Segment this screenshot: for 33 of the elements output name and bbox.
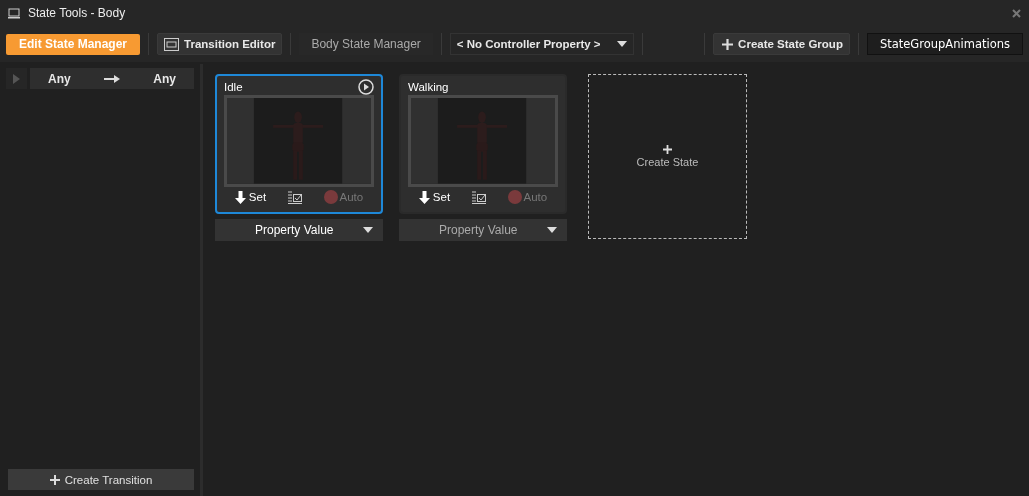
checklist-icon[interactable] bbox=[471, 190, 487, 204]
set-button[interactable]: Set bbox=[418, 190, 451, 204]
caret-icon bbox=[363, 227, 373, 233]
close-icon[interactable] bbox=[1012, 8, 1021, 18]
arrow-icon bbox=[104, 74, 120, 83]
controller-property-dropdown[interactable]: < No Controller Property > bbox=[449, 33, 634, 55]
checklist-icon[interactable] bbox=[287, 190, 303, 204]
create-state-group-button[interactable]: Create State Group bbox=[713, 33, 850, 55]
play-icon bbox=[13, 73, 20, 84]
arrow-down-icon bbox=[234, 190, 246, 204]
create-state-button[interactable]: Create State bbox=[588, 74, 747, 239]
property-value-dropdown[interactable]: Property Value bbox=[399, 219, 567, 241]
play-icon[interactable] bbox=[358, 78, 374, 95]
state-name: Walking bbox=[408, 80, 449, 93]
arrow-down-icon bbox=[418, 190, 430, 204]
create-transition-button[interactable]: Create Transition bbox=[8, 469, 194, 490]
plus-icon bbox=[663, 145, 672, 154]
window-title: State Tools - Body bbox=[28, 6, 127, 20]
set-button[interactable]: Set bbox=[234, 190, 267, 204]
expand-toggle[interactable] bbox=[6, 68, 27, 89]
plus-icon bbox=[722, 38, 734, 50]
transition-editor-button[interactable]: Transition Editor bbox=[157, 33, 283, 55]
editor-icon bbox=[164, 37, 180, 51]
state-name: Idle bbox=[224, 80, 243, 93]
state-card[interactable]: Idle Set Auto bbox=[215, 74, 383, 214]
window-icon bbox=[8, 7, 20, 19]
plus-icon bbox=[49, 474, 60, 485]
caret-icon bbox=[547, 227, 557, 233]
caret-icon bbox=[616, 41, 627, 47]
transition-item[interactable]: Any Any bbox=[30, 68, 194, 89]
state-card[interactable]: Walking Set Auto bbox=[399, 74, 567, 214]
property-value-dropdown[interactable]: Property Value bbox=[215, 219, 383, 241]
state-group-field[interactable]: StateGroupAnimations bbox=[866, 33, 1023, 55]
